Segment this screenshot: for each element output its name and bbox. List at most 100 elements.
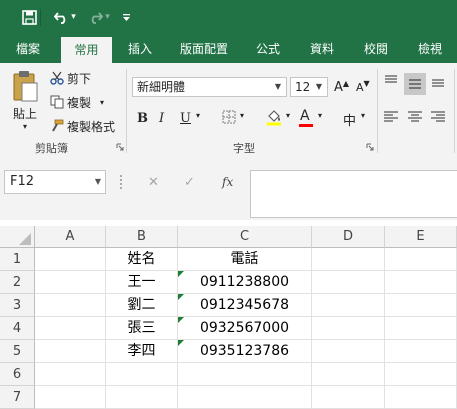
- cell-e1[interactable]: [385, 248, 457, 271]
- align-left-button[interactable]: [383, 110, 403, 128]
- cancel-entry-button[interactable]: ✕: [148, 175, 159, 190]
- tab-data[interactable]: 資料: [300, 35, 344, 63]
- paste-dropdown-arrow[interactable]: ▾: [23, 123, 27, 131]
- bold-button[interactable]: B: [137, 109, 148, 127]
- format-painter-button[interactable]: 複製格式: [50, 117, 115, 135]
- cell-e2[interactable]: [385, 271, 457, 294]
- row-header-1[interactable]: 1: [0, 248, 35, 271]
- tab-home[interactable]: 常用: [61, 37, 112, 63]
- cell-value: 李四: [127, 343, 156, 359]
- cell-c1[interactable]: 電話: [178, 248, 312, 271]
- cell-e3[interactable]: [385, 294, 457, 317]
- column-header-d[interactable]: D: [312, 226, 385, 248]
- font-size-select[interactable]: 12 ▼: [290, 77, 328, 97]
- column-header-a[interactable]: A: [35, 226, 106, 248]
- redo-button[interactable]: ▾: [84, 6, 114, 28]
- cell-b4[interactable]: 張三: [106, 317, 178, 340]
- shrink-font-button[interactable]: A ▼: [356, 78, 370, 96]
- row-header-5[interactable]: 5: [0, 340, 35, 363]
- confirm-entry-button[interactable]: ✓: [184, 175, 195, 190]
- copy-dropdown-arrow[interactable]: ▾: [100, 98, 104, 107]
- cell-c7[interactable]: [178, 386, 312, 409]
- cell-b5[interactable]: 李四: [106, 340, 178, 363]
- cell-c2[interactable]: 0911238800: [178, 271, 312, 294]
- cell-c3[interactable]: 0912345678: [178, 294, 312, 317]
- cell-b7[interactable]: [106, 386, 178, 409]
- tab-insert[interactable]: 插入: [118, 35, 162, 63]
- borders-dropdown-arrow[interactable]: ▾: [240, 111, 244, 120]
- cell-e5[interactable]: [385, 340, 457, 363]
- font-color-dropdown-arrow[interactable]: ▾: [318, 111, 322, 120]
- cell-d5[interactable]: [312, 340, 385, 363]
- borders-button[interactable]: ▾: [222, 110, 250, 126]
- grow-font-button[interactable]: A ▲: [334, 78, 349, 96]
- cell-e6[interactable]: [385, 363, 457, 386]
- align-center-button[interactable]: [407, 110, 427, 128]
- tab-page-layout[interactable]: 版面配置: [172, 35, 236, 63]
- cell-a4[interactable]: [35, 317, 106, 340]
- cell-d7[interactable]: [312, 386, 385, 409]
- row-header-7[interactable]: 7: [0, 386, 35, 409]
- font-color-button[interactable]: A ▾: [298, 108, 330, 128]
- cell-d2[interactable]: [312, 271, 385, 294]
- align-bottom-button[interactable]: [430, 73, 450, 93]
- font-name-select[interactable]: 新細明體 ▼: [132, 77, 287, 97]
- save-button[interactable]: [18, 6, 40, 28]
- paste-button[interactable]: 貼上 ▾: [8, 69, 42, 135]
- redo-dropdown-arrow[interactable]: ▾: [105, 12, 110, 22]
- cell-d4[interactable]: [312, 317, 385, 340]
- column-header-e[interactable]: E: [385, 226, 457, 248]
- cell-a2[interactable]: [35, 271, 106, 294]
- cell-a5[interactable]: [35, 340, 106, 363]
- customize-qat-button[interactable]: [118, 6, 134, 28]
- clipboard-dialog-launcher-icon[interactable]: [116, 143, 124, 151]
- select-all-corner[interactable]: [0, 226, 35, 248]
- phonetic-guide-button[interactable]: 中 ▾: [341, 108, 371, 129]
- column-header-c[interactable]: C: [178, 226, 312, 248]
- tab-view[interactable]: 檢視: [408, 35, 452, 63]
- cell-d1[interactable]: [312, 248, 385, 271]
- cell-b2[interactable]: 王一: [106, 271, 178, 294]
- column-header-b[interactable]: B: [106, 226, 178, 248]
- cell-b3[interactable]: 劉二: [106, 294, 178, 317]
- underline-button[interactable]: U: [180, 109, 191, 127]
- cell-d3[interactable]: [312, 294, 385, 317]
- undo-dropdown-arrow[interactable]: ▾: [71, 12, 76, 22]
- tab-review[interactable]: 校閱: [354, 35, 398, 63]
- underline-dropdown-arrow[interactable]: ▾: [196, 111, 200, 120]
- cut-button[interactable]: 剪下: [50, 69, 91, 87]
- align-top-button[interactable]: [383, 73, 403, 93]
- undo-button[interactable]: ▾: [50, 6, 80, 28]
- align-right-button[interactable]: [430, 110, 450, 128]
- cell-c5[interactable]: 0935123786: [178, 340, 312, 363]
- name-box[interactable]: F12 ▼: [4, 170, 106, 194]
- cell-a7[interactable]: [35, 386, 106, 409]
- italic-button[interactable]: I: [159, 109, 164, 127]
- cell-a1[interactable]: [35, 248, 106, 271]
- cell-c4[interactable]: 0932567000: [178, 317, 312, 340]
- row-header-4[interactable]: 4: [0, 317, 35, 340]
- cell-b6[interactable]: [106, 363, 178, 386]
- cell-a3[interactable]: [35, 294, 106, 317]
- chevron-down-icon[interactable]: ▼: [95, 171, 101, 193]
- align-middle-button[interactable]: [404, 73, 426, 95]
- row-header-6[interactable]: 6: [0, 363, 35, 386]
- cell-a6[interactable]: [35, 363, 106, 386]
- row-header-2[interactable]: 2: [0, 271, 35, 294]
- fill-color-button[interactable]: ▾: [266, 108, 296, 128]
- insert-function-button[interactable]: fx: [222, 175, 233, 189]
- font-dialog-launcher-icon[interactable]: [366, 143, 374, 151]
- cell-e7[interactable]: [385, 386, 457, 409]
- fill-color-dropdown-arrow[interactable]: ▾: [286, 111, 290, 120]
- tab-file[interactable]: 檔案: [6, 35, 50, 63]
- formula-input[interactable]: [250, 170, 457, 218]
- cell-c6[interactable]: [178, 363, 312, 386]
- phonetic-dropdown-arrow[interactable]: ▾: [361, 111, 365, 120]
- cell-b1[interactable]: 姓名: [106, 248, 178, 271]
- formula-bar-grip-icon[interactable]: [120, 175, 124, 189]
- cell-d6[interactable]: [312, 363, 385, 386]
- tab-formulas[interactable]: 公式: [246, 35, 290, 63]
- cell-e4[interactable]: [385, 317, 457, 340]
- row-header-3[interactable]: 3: [0, 294, 35, 317]
- copy-button[interactable]: 複製 ▾: [50, 93, 104, 111]
